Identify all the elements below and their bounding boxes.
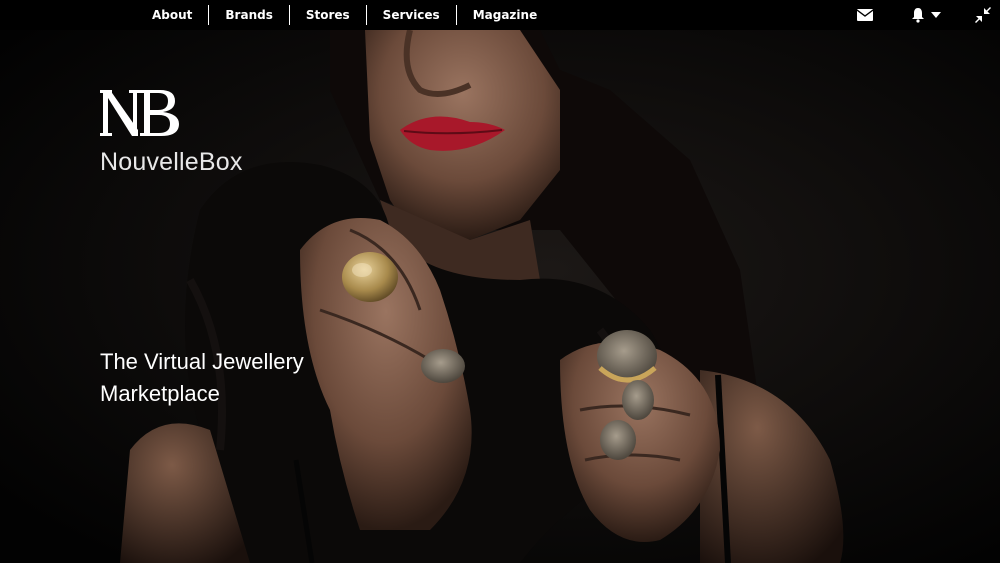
nb-monogram-logo: NB	[100, 90, 179, 136]
nav-link-brands[interactable]: Brands	[209, 5, 288, 25]
main-menu: About Brands Stores Services Magazine	[136, 0, 553, 30]
nav-link-about[interactable]: About	[136, 5, 208, 25]
chevron-down-icon[interactable]	[931, 6, 941, 24]
bell-icon[interactable]	[910, 6, 926, 24]
hero-tagline: The Virtual Jewellery Marketplace	[100, 349, 304, 406]
brand-name: NouvelleBox	[100, 148, 243, 176]
top-navigation-bar: About Brands Stores Services Magazine	[0, 0, 1000, 30]
nav-link-services[interactable]: Services	[367, 5, 456, 25]
envelope-icon[interactable]	[857, 6, 873, 24]
brand-logo[interactable]: NB NouvelleBox	[100, 90, 242, 176]
hero-banner: NB NouvelleBox The Virtual Jewellery Mar…	[0, 30, 1000, 563]
nav-link-magazine[interactable]: Magazine	[457, 5, 554, 25]
nav-link-stores[interactable]: Stores	[290, 5, 366, 25]
arrows-collapse-icon[interactable]	[974, 6, 992, 24]
